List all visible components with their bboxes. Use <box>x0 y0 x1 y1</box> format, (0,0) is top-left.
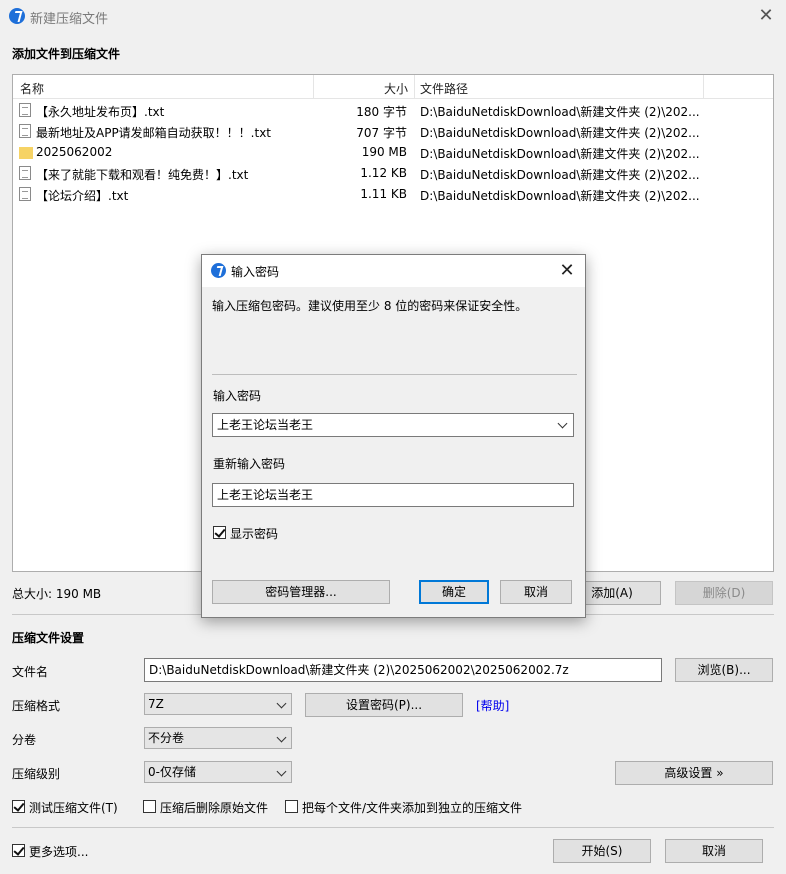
volume-select[interactable]: 不分卷 <box>144 727 292 749</box>
level-label: 压缩级别 <box>12 767 61 781</box>
text-file-icon <box>19 124 31 138</box>
test-archive-label[interactable]: 测试压缩文件(T) <box>29 799 118 816</box>
file-row[interactable]: 【永久地址发布页】.txt 180 字节 D:\BaiduNetdiskDown… <box>13 100 773 121</box>
window-titlebar: 新建压缩文件 ✕ <box>0 0 786 32</box>
close-icon[interactable]: ✕ <box>555 259 579 283</box>
show-password-checkbox[interactable] <box>213 526 226 539</box>
set-password-button[interactable]: 设置密码(P)... <box>305 693 463 717</box>
password-dialog: 输入密码 ✕ 输入压缩包密码。建议使用至少 8 位的密码来保证安全性。 输入密码… <box>201 254 586 618</box>
file-name: 【永久地址发布页】.txt <box>36 105 165 119</box>
file-size: 190 MB <box>361 145 407 159</box>
folder-icon <box>19 147 33 159</box>
column-header-size[interactable]: 大小 <box>384 80 408 97</box>
file-size: 1.12 KB <box>360 166 407 180</box>
level-value: 0-仅存储 <box>148 765 196 779</box>
browse-button[interactable]: 浏览(B)... <box>675 658 773 682</box>
format-label: 压缩格式 <box>12 699 61 713</box>
file-size: 1.11 KB <box>360 187 407 201</box>
window-title: 新建压缩文件 <box>30 12 109 27</box>
file-path: D:\BaiduNetdiskDownload\新建文件夹 (2)\202... <box>420 147 700 161</box>
app-logo-icon <box>211 263 226 278</box>
confirm-password-label: 重新输入密码 <box>213 457 286 471</box>
separate-archives-checkbox[interactable] <box>285 800 298 813</box>
password-label: 输入密码 <box>213 389 262 403</box>
password-manager-button[interactable]: 密码管理器... <box>212 580 390 604</box>
separate-archives-label[interactable]: 把每个文件/文件夹添加到独立的压缩文件 <box>302 799 522 816</box>
delete-after-label[interactable]: 压缩后删除原始文件 <box>160 799 268 816</box>
delete-button[interactable]: 删除(D) <box>675 581 773 605</box>
column-divider[interactable] <box>313 75 314 99</box>
dialog-cancel-button[interactable]: 取消 <box>500 580 572 604</box>
file-name: 最新地址及APP请发邮箱自动获取！！！.txt <box>36 126 272 140</box>
file-list-header: 名称 大小 文件路径 <box>13 75 773 99</box>
file-size: 180 字节 <box>356 105 407 119</box>
text-file-icon <box>19 166 31 180</box>
level-select[interactable]: 0-仅存储 <box>144 761 292 783</box>
volume-value: 不分卷 <box>148 731 185 745</box>
more-options-checkbox[interactable] <box>12 844 25 857</box>
file-path: D:\BaiduNetdiskDownload\新建文件夹 (2)\202... <box>420 189 700 203</box>
filename-input[interactable]: D:\BaiduNetdiskDownload\新建文件夹 (2)\202506… <box>144 658 662 682</box>
file-path: D:\BaiduNetdiskDownload\新建文件夹 (2)\202... <box>420 126 700 140</box>
add-files-heading: 添加文件到压缩文件 <box>12 47 121 61</box>
format-select[interactable]: 7Z <box>144 693 292 715</box>
chevron-down-icon <box>276 732 287 743</box>
file-row[interactable]: 【来了就能下载和观看！纯免费！】.txt 1.12 KB D:\BaiduNet… <box>13 163 773 184</box>
advanced-settings-button[interactable]: 高级设置 » <box>615 761 773 785</box>
start-button[interactable]: 开始(S) <box>553 839 651 863</box>
show-password-label[interactable]: 显示密码 <box>230 525 278 542</box>
delete-after-checkbox[interactable] <box>143 800 156 813</box>
total-size: 总大小: 190 MB <box>12 587 102 601</box>
file-path: D:\BaiduNetdiskDownload\新建文件夹 (2)\202... <box>420 168 700 182</box>
password-combo[interactable]: 上老王论坛当老王 <box>212 413 574 437</box>
file-row[interactable]: 最新地址及APP请发邮箱自动获取！！！.txt 707 字节 D:\BaiduN… <box>13 121 773 142</box>
confirm-password-input[interactable]: 上老王论坛当老王 <box>212 483 574 507</box>
divider <box>12 827 774 828</box>
text-file-icon <box>19 187 31 201</box>
column-header-name[interactable]: 名称 <box>20 80 44 97</box>
column-divider[interactable] <box>414 75 415 99</box>
dialog-info-text: 输入压缩包密码。建议使用至少 8 位的密码来保证安全性。 <box>212 299 528 313</box>
dialog-title: 输入密码 <box>231 265 280 279</box>
file-name: 【论坛介绍】.txt <box>36 189 129 203</box>
file-row[interactable]: 2025062002 190 MB D:\BaiduNetdiskDownloa… <box>13 142 773 163</box>
test-archive-checkbox[interactable] <box>12 800 25 813</box>
cancel-button[interactable]: 取消 <box>665 839 763 863</box>
divider <box>212 374 577 375</box>
password-value: 上老王论坛当老王 <box>217 418 314 432</box>
text-file-icon <box>19 103 31 117</box>
dialog-titlebar: 输入密码 ✕ <box>202 255 585 287</box>
filename-label: 文件名 <box>12 665 49 679</box>
volume-label: 分卷 <box>12 733 37 747</box>
file-name: 【来了就能下载和观看！纯免费！】.txt <box>36 168 249 182</box>
file-path: D:\BaiduNetdiskDownload\新建文件夹 (2)\202... <box>420 105 700 119</box>
format-value: 7Z <box>148 697 164 711</box>
file-row[interactable]: 【论坛介绍】.txt 1.11 KB D:\BaiduNetdiskDownlo… <box>13 184 773 205</box>
more-options-label[interactable]: 更多选项... <box>29 843 88 860</box>
ok-button[interactable]: 确定 <box>419 580 489 604</box>
help-link[interactable]: [帮助] <box>476 697 509 714</box>
chevron-down-icon[interactable] <box>557 418 568 429</box>
app-logo-icon <box>9 8 25 24</box>
column-divider[interactable] <box>703 75 704 99</box>
settings-heading: 压缩文件设置 <box>12 631 85 645</box>
chevron-down-icon <box>276 766 287 777</box>
file-size: 707 字节 <box>356 126 407 140</box>
file-name: 2025062002 <box>36 145 113 159</box>
column-header-path[interactable]: 文件路径 <box>420 80 468 97</box>
chevron-down-icon <box>276 698 287 709</box>
close-icon[interactable]: ✕ <box>754 4 778 28</box>
